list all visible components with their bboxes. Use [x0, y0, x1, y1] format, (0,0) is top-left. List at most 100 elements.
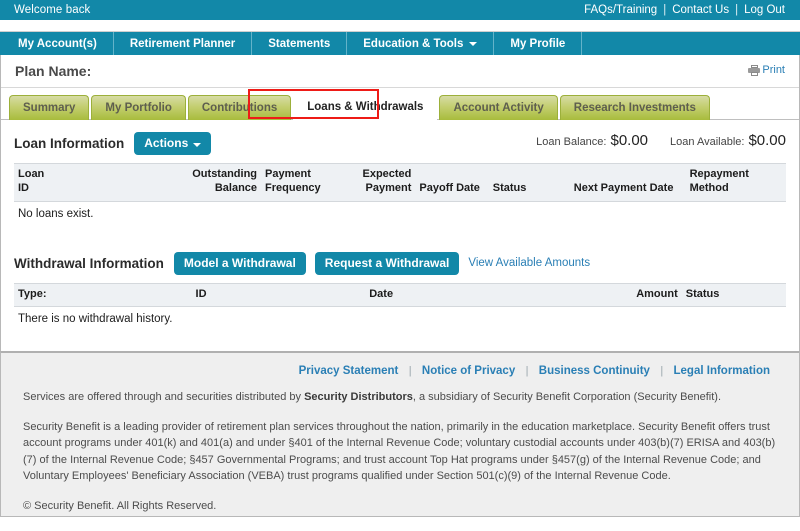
main-navigation: My Account(s) Retirement Planner Stateme…	[0, 32, 800, 55]
nav-item-education-tools[interactable]: Education & Tools	[347, 32, 495, 55]
nav-item-label: Education & Tools	[363, 37, 464, 50]
footer-separator-1: |	[408, 365, 412, 377]
loan-balance-group: Loan Balance: $0.00 Loan Available: $0.00	[514, 132, 786, 149]
privacy-statement-link[interactable]: Privacy Statement	[292, 365, 406, 377]
footer-links: Privacy Statement | Notice of Privacy | …	[23, 361, 777, 389]
welcome-bar: Welcome back FAQs/Training | Contact Us …	[0, 0, 800, 20]
loan-information-header: Loan Information Actions Loan Balance: $0…	[14, 120, 786, 163]
nav-item-label: My Profile	[510, 37, 566, 50]
withdrawal-table: Type: ID Date Amount Status There is no …	[14, 282, 786, 332]
utility-links: FAQs/Training | Contact Us | Log Out	[578, 4, 791, 16]
nav-item-statements[interactable]: Statements	[252, 32, 348, 55]
utility-separator-1: |	[663, 4, 667, 16]
tab-summary[interactable]: Summary	[9, 95, 90, 120]
loan-table-empty-row: No loans exist.	[14, 201, 786, 226]
contact-us-link[interactable]: Contact Us	[666, 4, 735, 16]
tab-label: Research Investments	[573, 102, 696, 114]
loan-available-value: $0.00	[748, 132, 786, 149]
loan-col-outstanding-balance: Outstanding Balance	[168, 163, 262, 202]
actions-button[interactable]: Actions	[134, 132, 212, 155]
legal-information-link[interactable]: Legal Information	[667, 365, 777, 377]
withdrawal-col-date: Date	[365, 282, 597, 308]
withdrawal-col-amount: Amount	[596, 282, 682, 308]
loan-empty-message: No loans exist.	[14, 201, 786, 226]
main-content: Loan Information Actions Loan Balance: $0…	[1, 120, 799, 351]
loan-balance: Loan Balance: $0.00	[536, 132, 648, 149]
tab-label: Account Activity	[453, 102, 544, 114]
col-line2: ID	[18, 181, 29, 194]
loan-col-expected-payment: Expected Payment	[353, 163, 416, 202]
col-line2: Next Payment Date	[573, 181, 674, 194]
col-line2: Balance	[214, 181, 258, 194]
col-line1: Outstanding	[192, 168, 258, 180]
col-line2: Method	[689, 181, 729, 194]
col-line2: Payoff Date	[419, 181, 480, 194]
header-gap-strip	[0, 20, 800, 32]
footer: Privacy Statement | Notice of Privacy | …	[0, 351, 800, 517]
tab-account-activity[interactable]: Account Activity	[439, 95, 558, 120]
tab-label: Summary	[23, 102, 76, 114]
loan-col-repayment-method: Repayment Method	[685, 163, 786, 202]
content-frame: Plan Name: Print Summary My Portfolio Co…	[0, 55, 800, 351]
notice-of-privacy-link[interactable]: Notice of Privacy	[415, 365, 522, 377]
footer-text-post: , a subsidiary of Security Benefit Corpo…	[412, 391, 722, 403]
col-line2: Status	[492, 181, 527, 194]
actions-button-label: Actions	[144, 136, 189, 150]
chevron-down-icon	[193, 143, 202, 147]
nav-item-my-profile[interactable]: My Profile	[494, 32, 583, 55]
nav-item-retirement-planner[interactable]: Retirement Planner	[114, 32, 253, 55]
tab-loans-and-withdrawals[interactable]: Loans & Withdrawals	[293, 93, 438, 120]
col-line1: Loan	[18, 168, 45, 180]
tab-label: Loans & Withdrawals	[307, 101, 424, 113]
tab-research-investments[interactable]: Research Investments	[559, 95, 710, 120]
loan-col-loan-id: Loan ID	[14, 163, 169, 202]
loan-col-payment-frequency: Payment Frequency	[261, 163, 354, 202]
page-title: Plan Name:	[15, 63, 92, 79]
request-a-withdrawal-button[interactable]: Request a Withdrawal	[314, 251, 460, 275]
withdrawal-information-header: Withdrawal Information Model a Withdrawa…	[14, 240, 786, 283]
faqs-training-link[interactable]: FAQs/Training	[578, 4, 663, 16]
view-available-amounts-link[interactable]: View Available Amounts	[468, 257, 590, 269]
tab-contributions[interactable]: Contributions	[187, 95, 292, 120]
utility-separator-2: |	[735, 4, 739, 16]
loan-table-header-row: Loan ID Outstanding Balance Payment Freq…	[14, 163, 786, 202]
footer-text-bold: Security Distributors	[304, 391, 413, 403]
tab-my-portfolio[interactable]: My Portfolio	[91, 95, 186, 120]
print-button[interactable]: Print	[748, 64, 785, 76]
withdrawal-empty-message: There is no withdrawal history.	[14, 306, 786, 332]
withdrawal-table-empty-row: There is no withdrawal history.	[14, 306, 786, 332]
print-label: Print	[762, 64, 785, 76]
withdrawal-col-id: ID	[191, 282, 366, 308]
col-line1: Repayment	[689, 168, 749, 180]
loan-information-title: Loan Information	[14, 136, 125, 151]
business-continuity-link[interactable]: Business Continuity	[532, 365, 657, 377]
nav-item-label: Statements	[268, 37, 331, 50]
tab-bar: Summary My Portfolio Contributions Loans…	[1, 88, 799, 120]
col-line1: Payment	[265, 168, 311, 180]
page-root: Welcome back FAQs/Training | Contact Us …	[0, 0, 800, 531]
tab-label: Contributions	[201, 102, 278, 114]
loan-col-status: Status	[488, 163, 570, 202]
withdrawal-col-status: Status	[681, 282, 786, 308]
loan-balance-value: $0.00	[610, 132, 649, 149]
model-a-withdrawal-button[interactable]: Model a Withdrawal	[173, 251, 306, 275]
loan-available: Loan Available: $0.00	[670, 132, 786, 149]
chevron-down-icon	[469, 41, 478, 46]
footer-copyright: © Security Benefit. All Rights Reserved.	[23, 499, 217, 512]
loan-col-next-payment-date: Next Payment Date	[569, 163, 686, 202]
nav-item-label: Retirement Planner	[129, 37, 236, 50]
log-out-link[interactable]: Log Out	[738, 4, 791, 16]
col-line2: Frequency	[265, 181, 321, 194]
plan-header: Plan Name: Print	[1, 55, 799, 88]
col-line2: Payment	[365, 181, 412, 194]
loan-col-payoff-date: Payoff Date	[415, 163, 489, 202]
nav-filler	[582, 32, 800, 55]
printer-icon	[748, 64, 761, 76]
nav-item-my-accounts[interactable]: My Account(s)	[0, 32, 114, 55]
welcome-text: Welcome back	[14, 4, 91, 16]
footer-separator-2: |	[525, 365, 529, 377]
footer-separator-3: |	[660, 365, 664, 377]
tab-label: My Portfolio	[105, 102, 172, 114]
col-line1: Expected	[362, 168, 412, 180]
